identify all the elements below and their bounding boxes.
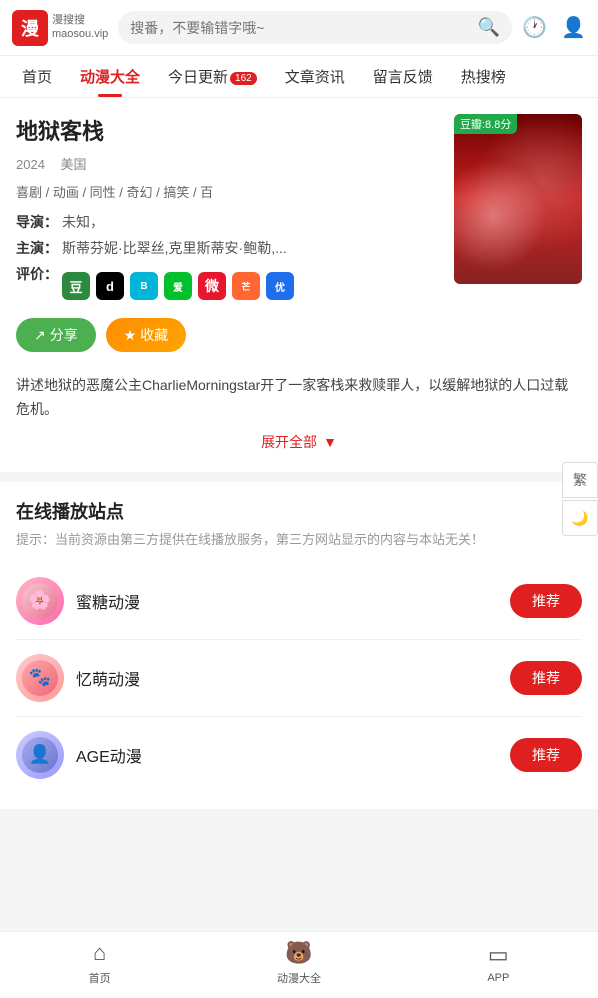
logo-area[interactable]: 漫 漫搜搜maosou.vip (12, 10, 108, 46)
nav-item-anime[interactable]: 动漫大全 (66, 56, 154, 97)
youku-icon[interactable]: 优 (266, 272, 294, 300)
bottom-nav-anime[interactable]: 🐻 动漫大全 (199, 940, 398, 986)
collect-button[interactable]: ★ 收藏 (106, 318, 187, 352)
online-sources-section: 在线播放站点 提示：当前资源由第三方提供在线播放服务，第三方网站显示的内容与本站… (0, 482, 598, 809)
header: 漫 漫搜搜maosou.vip 🔍 🕐 👤 (0, 0, 598, 56)
rating-row: 评价： 豆 d B 爱 微 芒 优 (16, 264, 440, 308)
anime-year: 2024 (16, 157, 45, 172)
moon-icon: 🌙 (571, 510, 588, 527)
section-title: 在线播放站点 (16, 498, 582, 524)
anime-cover: 豆瓣:8.8分 (454, 114, 582, 284)
share-icon: ↗ (34, 327, 46, 344)
bottom-nav: ⌂ 首页 🐻 动漫大全 ▭ APP (0, 931, 598, 998)
bilibili-icon[interactable]: B (130, 272, 158, 300)
source-item-yimeng[interactable]: 🐾 忆萌动漫 推荐 (16, 640, 582, 717)
nav-item-feedback[interactable]: 留言反馈 (359, 56, 447, 97)
home-icon: ⌂ (93, 940, 106, 966)
source-name-yimeng: 忆萌动漫 (76, 666, 498, 690)
search-input[interactable] (130, 20, 472, 36)
main-content: 地狱客栈 2024 美国 喜剧 / 动画 / 同性 / 奇幻 / 搞笑 / 百 … (0, 98, 598, 472)
anime-country: 美国 (61, 157, 87, 172)
search-bar[interactable]: 🔍 (118, 11, 512, 44)
nav-item-home[interactable]: 首页 (8, 56, 66, 97)
traditional-chinese-button[interactable]: 繁 (562, 462, 598, 498)
mango-icon[interactable]: 芒 (232, 272, 260, 300)
header-icons: 🕐 👤 (522, 15, 586, 40)
bottom-nav-home-label: 首页 (89, 970, 111, 986)
director-label: 导演： (16, 212, 58, 232)
anime-tags: 喜剧 / 动画 / 同性 / 奇幻 / 搞笑 / 百 (16, 181, 440, 204)
bottom-nav-home[interactable]: ⌂ 首页 (0, 940, 199, 986)
action-buttons: ↗ 分享 ★ 收藏 (16, 318, 440, 352)
weibo-icon[interactable]: 微 (198, 272, 226, 300)
nav-item-articles[interactable]: 文章资讯 (271, 56, 359, 97)
nav-item-hot[interactable]: 热搜榜 (447, 56, 520, 97)
share-button[interactable]: ↗ 分享 (16, 318, 96, 352)
night-mode-button[interactable]: 🌙 (562, 500, 598, 536)
star-icon: ★ (124, 327, 137, 344)
recommend-button-mitang[interactable]: 推荐 (510, 584, 582, 618)
recommend-button-age[interactable]: 推荐 (510, 738, 582, 772)
bottom-nav-app[interactable]: ▭ APP (399, 942, 598, 984)
cover-art (454, 114, 582, 284)
bear-icon: 🐻 (285, 940, 312, 966)
iqiyi-icon[interactable]: 爱 (164, 272, 192, 300)
avatar-yimeng: 🐾 (16, 654, 64, 702)
director-row: 导演： 未知， (16, 212, 440, 232)
section-tip: 提示：当前资源由第三方提供在线播放服务，第三方网站显示的内容与本站无关！ (16, 530, 582, 551)
history-icon[interactable]: 🕐 (522, 15, 547, 40)
anime-description: 讲述地狱的恶魔公主CharlieMorningstar开了一家客栈来救赎罪人，以… (16, 374, 582, 422)
source-item-age[interactable]: 👤 AGE动漫 推荐 (16, 717, 582, 793)
search-icon[interactable]: 🔍 (478, 17, 500, 38)
cast-value: 斯蒂芬妮·比翠丝,克里斯蒂安·鲍勒,... (62, 238, 440, 258)
source-name-age: AGE动漫 (76, 743, 498, 767)
director-value: 未知， (62, 212, 440, 232)
bottom-nav-anime-label: 动漫大全 (277, 970, 321, 986)
logo-icon: 漫 (12, 10, 48, 46)
nav-item-today[interactable]: 今日更新162 (154, 56, 271, 97)
anime-info: 地狱客栈 2024 美国 喜剧 / 动画 / 同性 / 奇幻 / 搞笑 / 百 … (16, 114, 440, 362)
rating-label: 评价： (16, 264, 58, 284)
app-icon: ▭ (488, 942, 509, 968)
bottom-nav-app-label: APP (487, 972, 509, 984)
cover-badge: 豆瓣:8.8分 (454, 114, 517, 134)
cast-row: 主演： 斯蒂芬妮·比翠丝,克里斯蒂安·鲍勒,... (16, 238, 440, 258)
source-name-mitang: 蜜糖动漫 (76, 589, 498, 613)
anime-title: 地狱客栈 (16, 114, 440, 146)
recommend-button-yimeng[interactable]: 推荐 (510, 661, 582, 695)
user-icon[interactable]: 👤 (561, 15, 586, 40)
avatar-mitang: 🌸 (16, 577, 64, 625)
nav-bar: 首页 动漫大全 今日更新162 文章资讯 留言反馈 热搜榜 (0, 56, 598, 98)
tiktok-icon[interactable]: d (96, 272, 124, 300)
rating-icons: 豆 d B 爱 微 芒 优 (62, 272, 294, 300)
cast-label: 主演： (16, 238, 58, 258)
expand-button[interactable]: 展开全部 ▼ (16, 422, 582, 456)
floating-buttons: 繁 🌙 (562, 462, 598, 536)
chevron-down-icon: ▼ (323, 434, 337, 450)
avatar-age: 👤 (16, 731, 64, 779)
anime-header: 地狱客栈 2024 美国 喜剧 / 动画 / 同性 / 奇幻 / 搞笑 / 百 … (16, 114, 582, 362)
anime-meta: 2024 美国 (16, 154, 440, 173)
logo-text: 漫搜搜maosou.vip (52, 14, 108, 40)
today-badge: 162 (230, 72, 257, 85)
douban-icon[interactable]: 豆 (62, 272, 90, 300)
source-item-mitang[interactable]: 🌸 蜜糖动漫 推荐 (16, 563, 582, 640)
